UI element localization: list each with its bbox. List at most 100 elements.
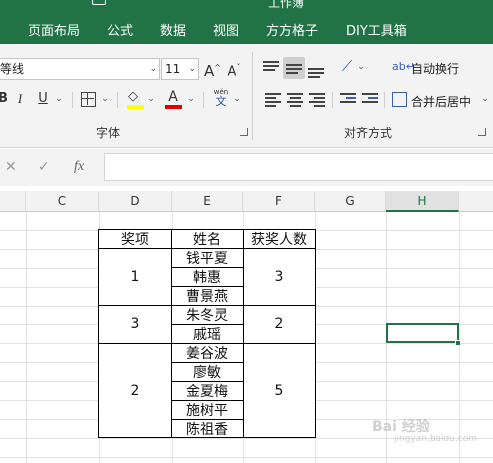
decrease-indent-icon[interactable] bbox=[340, 93, 356, 109]
alignment-group-label: 对齐方式 bbox=[344, 126, 393, 140]
table-border bbox=[171, 229, 172, 438]
font-group-label: 字体 bbox=[96, 126, 121, 140]
shrink-font-button[interactable]: Aˇ bbox=[226, 57, 242, 79]
phonetic-dropdown-icon[interactable]: ⌄ bbox=[232, 88, 242, 110]
watermark-text: Bai 经验 bbox=[372, 419, 430, 435]
merge-center-button[interactable]: 合并后居中 bbox=[411, 93, 471, 110]
table-border bbox=[171, 286, 243, 287]
name-cell[interactable]: 陈祖香 bbox=[171, 419, 243, 438]
divider bbox=[117, 92, 118, 108]
award-cell[interactable]: 3 bbox=[99, 305, 171, 343]
count-cell[interactable]: 5 bbox=[243, 343, 315, 438]
fill-handle[interactable] bbox=[455, 340, 461, 346]
table-border bbox=[98, 229, 99, 438]
watermark-url: jingyan.baidu.com bbox=[394, 434, 478, 444]
column-header-f[interactable]: F bbox=[243, 191, 315, 212]
count-cell[interactable]: 3 bbox=[243, 248, 315, 305]
chevron-down-icon: ⌄ bbox=[188, 64, 196, 74]
merge-dropdown-icon[interactable]: ⌄ bbox=[480, 88, 490, 110]
header-award[interactable]: 奖项 bbox=[99, 229, 171, 248]
name-cell[interactable]: 施树平 bbox=[171, 400, 243, 419]
table-border bbox=[171, 324, 243, 325]
column-header-e[interactable]: E bbox=[172, 191, 243, 212]
ribbon: 等线 ⌄ 11 ⌄ A^ Aˇ B I U ⌄ ⌄ ◇ ⌄ A ⌄ wén 文 … bbox=[0, 44, 493, 148]
font-color-swatch bbox=[165, 105, 182, 109]
tab-data[interactable]: 数据 bbox=[160, 20, 186, 39]
name-cell[interactable]: 韩惠 bbox=[171, 267, 243, 286]
save-icon[interactable] bbox=[92, 0, 106, 5]
orientation-icon[interactable]: ⟋ bbox=[338, 55, 356, 77]
alignment-dialog-launcher-icon[interactable] bbox=[478, 128, 486, 136]
column-header-i-partial[interactable] bbox=[459, 191, 493, 212]
name-cell[interactable]: 金夏梅 bbox=[171, 381, 243, 400]
wrap-text-button[interactable]: 自动换行 bbox=[411, 60, 459, 77]
align-bottom-icon[interactable] bbox=[308, 68, 324, 84]
name-cell[interactable]: 钱平夏 bbox=[171, 248, 243, 267]
count-cell[interactable]: 2 bbox=[243, 305, 315, 343]
divider bbox=[72, 92, 73, 108]
increase-indent-icon[interactable] bbox=[362, 93, 378, 109]
formula-input[interactable] bbox=[104, 153, 493, 181]
fill-color-icon[interactable]: ◇ bbox=[128, 90, 144, 104]
table-border bbox=[98, 437, 316, 438]
table-border bbox=[98, 229, 316, 230]
align-center-icon[interactable] bbox=[287, 93, 303, 109]
font-color-dropdown-icon[interactable]: ⌄ bbox=[186, 88, 196, 110]
name-cell[interactable]: 姜谷波 bbox=[171, 343, 243, 362]
column-line bbox=[26, 212, 27, 463]
tab-fangfang[interactable]: 方方格子 bbox=[266, 20, 318, 39]
font-size-value: 11 bbox=[165, 62, 181, 76]
window-title: 工作簿 bbox=[268, 0, 305, 10]
align-right-icon[interactable] bbox=[309, 93, 325, 109]
table-border bbox=[98, 248, 316, 249]
align-top-icon[interactable] bbox=[263, 61, 279, 77]
award-cell[interactable]: 2 bbox=[99, 343, 171, 438]
table-border bbox=[171, 381, 243, 382]
tab-diy-toolbox[interactable]: DIY工具箱 bbox=[346, 20, 407, 39]
align-left-icon[interactable] bbox=[265, 93, 281, 109]
grow-font-button[interactable]: A^ bbox=[204, 57, 221, 80]
header-count[interactable]: 获奖人数 bbox=[243, 229, 315, 248]
merge-center-icon bbox=[392, 92, 407, 107]
column-header-h[interactable]: H bbox=[386, 191, 459, 212]
font-name-value: 等线 bbox=[0, 62, 25, 76]
phonetic-char: 文 bbox=[215, 95, 227, 108]
table-border bbox=[171, 400, 243, 401]
underline-button[interactable]: U bbox=[36, 88, 50, 110]
header-name[interactable]: 姓名 bbox=[171, 229, 243, 248]
borders-icon[interactable] bbox=[81, 92, 96, 107]
table-border bbox=[98, 305, 316, 306]
enter-icon[interactable]: ✓ bbox=[38, 159, 50, 175]
cancel-icon[interactable]: ✕ bbox=[5, 159, 17, 175]
font-name-select[interactable]: 等线 ⌄ bbox=[0, 58, 160, 80]
name-cell[interactable]: 廖敏 bbox=[171, 362, 243, 381]
borders-dropdown-icon[interactable]: ⌄ bbox=[100, 88, 110, 110]
column-header-c[interactable]: C bbox=[26, 191, 99, 212]
name-cell[interactable]: 曹景燕 bbox=[171, 286, 243, 305]
name-cell[interactable]: 朱冬灵 bbox=[171, 305, 243, 324]
award-cell[interactable]: 1 bbox=[99, 248, 171, 305]
formula-bar: ✕ ✓ fx bbox=[0, 149, 493, 186]
font-size-select[interactable]: 11 ⌄ bbox=[161, 58, 199, 80]
column-header-g[interactable]: G bbox=[315, 191, 386, 212]
underline-dropdown-icon[interactable]: ⌄ bbox=[54, 88, 64, 110]
align-middle-icon[interactable] bbox=[286, 64, 302, 80]
column-header-b-partial[interactable] bbox=[0, 191, 26, 212]
tab-page-layout[interactable]: 页面布局 bbox=[28, 20, 80, 39]
table-border bbox=[98, 343, 316, 344]
active-cell-selection[interactable] bbox=[386, 323, 459, 343]
menu-bar: 工作簿 页面布局 公式 数据 视图 方方格子 DIY工具箱 bbox=[0, 0, 493, 44]
fill-dropdown-icon[interactable]: ⌄ bbox=[146, 88, 156, 110]
italic-button[interactable]: I bbox=[14, 88, 26, 110]
name-cell[interactable]: 戚瑶 bbox=[171, 324, 243, 343]
bold-button[interactable]: B bbox=[0, 88, 8, 110]
font-dialog-launcher-icon[interactable] bbox=[240, 128, 248, 136]
insert-function-icon[interactable]: fx bbox=[74, 159, 84, 175]
orientation-dropdown-icon[interactable]: ⌄ bbox=[356, 56, 366, 78]
tab-view[interactable]: 视图 bbox=[213, 20, 239, 39]
divider bbox=[384, 92, 385, 108]
column-header-d[interactable]: D bbox=[99, 191, 172, 212]
phonetic-button[interactable]: wén 文 bbox=[210, 88, 232, 110]
tab-formulas[interactable]: 公式 bbox=[107, 20, 133, 39]
table-border bbox=[243, 229, 244, 438]
